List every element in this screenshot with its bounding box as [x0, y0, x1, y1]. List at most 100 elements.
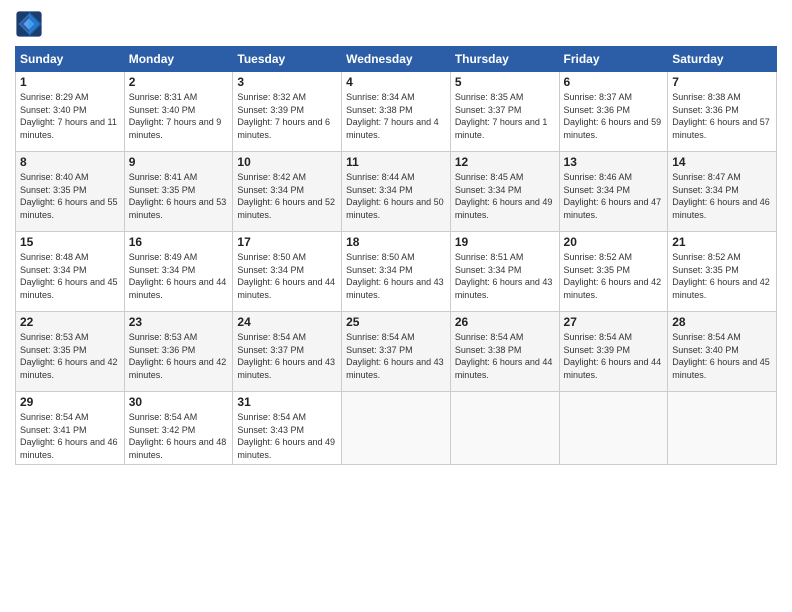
day-number: 9 [129, 155, 229, 169]
day-info: Sunrise: 8:47 AM Sunset: 3:34 PM Dayligh… [672, 171, 772, 221]
calendar-week-row: 1 Sunrise: 8:29 AM Sunset: 3:40 PM Daylig… [16, 72, 777, 152]
calendar-cell: 26 Sunrise: 8:54 AM Sunset: 3:38 PM Dayli… [450, 312, 559, 392]
day-number: 16 [129, 235, 229, 249]
day-number: 19 [455, 235, 555, 249]
calendar-cell: 10 Sunrise: 8:42 AM Sunset: 3:34 PM Dayli… [233, 152, 342, 232]
day-info: Sunrise: 8:45 AM Sunset: 3:34 PM Dayligh… [455, 171, 555, 221]
day-info: Sunrise: 8:42 AM Sunset: 3:34 PM Dayligh… [237, 171, 337, 221]
day-number: 31 [237, 395, 337, 409]
calendar-cell: 6 Sunrise: 8:37 AM Sunset: 3:36 PM Daylig… [559, 72, 668, 152]
day-info: Sunrise: 8:50 AM Sunset: 3:34 PM Dayligh… [346, 251, 446, 301]
calendar-cell: 11Sunrise: 8:44 AM Sunset: 3:34 PM Dayli… [342, 152, 451, 232]
day-number: 11 [346, 155, 446, 169]
day-info: Sunrise: 8:31 AM Sunset: 3:40 PM Dayligh… [129, 91, 229, 141]
calendar-dow-thursday: Thursday [450, 47, 559, 72]
day-number: 3 [237, 75, 337, 89]
day-info: Sunrise: 8:54 AM Sunset: 3:40 PM Dayligh… [672, 331, 772, 381]
day-info: Sunrise: 8:52 AM Sunset: 3:35 PM Dayligh… [672, 251, 772, 301]
calendar-week-row: 8 Sunrise: 8:40 AM Sunset: 3:35 PM Daylig… [16, 152, 777, 232]
calendar-dow-friday: Friday [559, 47, 668, 72]
day-info: Sunrise: 8:35 AM Sunset: 3:37 PM Dayligh… [455, 91, 555, 141]
day-number: 15 [20, 235, 120, 249]
calendar-table: SundayMondayTuesdayWednesdayThursdayFrid… [15, 46, 777, 465]
day-info: Sunrise: 8:32 AM Sunset: 3:39 PM Dayligh… [237, 91, 337, 141]
day-number: 22 [20, 315, 120, 329]
day-number: 2 [129, 75, 229, 89]
day-info: Sunrise: 8:54 AM Sunset: 3:42 PM Dayligh… [129, 411, 229, 461]
day-number: 27 [564, 315, 664, 329]
day-info: Sunrise: 8:53 AM Sunset: 3:36 PM Dayligh… [129, 331, 229, 381]
calendar-cell: 5 Sunrise: 8:35 AM Sunset: 3:37 PM Daylig… [450, 72, 559, 152]
day-info: Sunrise: 8:53 AM Sunset: 3:35 PM Dayligh… [20, 331, 120, 381]
calendar-cell: 15Sunrise: 8:48 AM Sunset: 3:34 PM Dayli… [16, 232, 125, 312]
calendar-cell [342, 392, 451, 465]
calendar-cell: 30 Sunrise: 8:54 AM Sunset: 3:42 PM Dayli… [124, 392, 233, 465]
day-info: Sunrise: 8:38 AM Sunset: 3:36 PM Dayligh… [672, 91, 772, 141]
calendar-cell: 20 Sunrise: 8:52 AM Sunset: 3:35 PM Dayli… [559, 232, 668, 312]
calendar-cell: 4 Sunrise: 8:34 AM Sunset: 3:38 PM Daylig… [342, 72, 451, 152]
day-number: 26 [455, 315, 555, 329]
calendar-cell: 17Sunrise: 8:50 AM Sunset: 3:34 PM Dayli… [233, 232, 342, 312]
day-info: Sunrise: 8:34 AM Sunset: 3:38 PM Dayligh… [346, 91, 446, 141]
calendar-cell: 19 Sunrise: 8:51 AM Sunset: 3:34 PM Dayli… [450, 232, 559, 312]
day-info: Sunrise: 8:52 AM Sunset: 3:35 PM Dayligh… [564, 251, 664, 301]
day-number: 23 [129, 315, 229, 329]
calendar-cell: 3 Sunrise: 8:32 AM Sunset: 3:39 PM Daylig… [233, 72, 342, 152]
calendar-header-row: SundayMondayTuesdayWednesdayThursdayFrid… [16, 47, 777, 72]
day-number: 12 [455, 155, 555, 169]
calendar-cell: 7 Sunrise: 8:38 AM Sunset: 3:36 PM Daylig… [668, 72, 777, 152]
day-info: Sunrise: 8:49 AM Sunset: 3:34 PM Dayligh… [129, 251, 229, 301]
calendar-cell: 9 Sunrise: 8:41 AM Sunset: 3:35 PM Daylig… [124, 152, 233, 232]
calendar-cell: 22 Sunrise: 8:53 AM Sunset: 3:35 PM Dayli… [16, 312, 125, 392]
page-header [15, 10, 777, 38]
calendar-week-row: 29 Sunrise: 8:54 AM Sunset: 3:41 PM Dayli… [16, 392, 777, 465]
day-info: Sunrise: 8:54 AM Sunset: 3:39 PM Dayligh… [564, 331, 664, 381]
day-info: Sunrise: 8:54 AM Sunset: 3:41 PM Dayligh… [20, 411, 120, 461]
calendar-cell: 29 Sunrise: 8:54 AM Sunset: 3:41 PM Dayli… [16, 392, 125, 465]
day-number: 8 [20, 155, 120, 169]
day-number: 7 [672, 75, 772, 89]
calendar-cell [668, 392, 777, 465]
day-info: Sunrise: 8:51 AM Sunset: 3:34 PM Dayligh… [455, 251, 555, 301]
day-number: 1 [20, 75, 120, 89]
day-info: Sunrise: 8:46 AM Sunset: 3:34 PM Dayligh… [564, 171, 664, 221]
calendar-cell: 14Sunrise: 8:47 AM Sunset: 3:34 PM Dayli… [668, 152, 777, 232]
day-number: 20 [564, 235, 664, 249]
day-number: 29 [20, 395, 120, 409]
day-number: 6 [564, 75, 664, 89]
logo-icon [15, 10, 43, 38]
calendar-cell: 8 Sunrise: 8:40 AM Sunset: 3:35 PM Daylig… [16, 152, 125, 232]
day-info: Sunrise: 8:41 AM Sunset: 3:35 PM Dayligh… [129, 171, 229, 221]
calendar-cell: 18 Sunrise: 8:50 AM Sunset: 3:34 PM Dayli… [342, 232, 451, 312]
day-info: Sunrise: 8:54 AM Sunset: 3:38 PM Dayligh… [455, 331, 555, 381]
calendar-cell: 12 Sunrise: 8:45 AM Sunset: 3:34 PM Dayli… [450, 152, 559, 232]
day-number: 28 [672, 315, 772, 329]
day-info: Sunrise: 8:40 AM Sunset: 3:35 PM Dayligh… [20, 171, 120, 221]
calendar-cell: 21 Sunrise: 8:52 AM Sunset: 3:35 PM Dayli… [668, 232, 777, 312]
calendar-cell: 23 Sunrise: 8:53 AM Sunset: 3:36 PM Dayli… [124, 312, 233, 392]
day-number: 18 [346, 235, 446, 249]
calendar-cell [559, 392, 668, 465]
day-number: 10 [237, 155, 337, 169]
day-number: 17 [237, 235, 337, 249]
calendar-dow-saturday: Saturday [668, 47, 777, 72]
day-number: 30 [129, 395, 229, 409]
calendar-cell [450, 392, 559, 465]
calendar-cell: 31Sunrise: 8:54 AM Sunset: 3:43 PM Dayli… [233, 392, 342, 465]
calendar-cell: 24Sunrise: 8:54 AM Sunset: 3:37 PM Dayli… [233, 312, 342, 392]
day-number: 21 [672, 235, 772, 249]
calendar-dow-tuesday: Tuesday [233, 47, 342, 72]
calendar-cell: 27 Sunrise: 8:54 AM Sunset: 3:39 PM Dayli… [559, 312, 668, 392]
calendar-dow-sunday: Sunday [16, 47, 125, 72]
calendar-dow-monday: Monday [124, 47, 233, 72]
day-number: 25 [346, 315, 446, 329]
page-container: SundayMondayTuesdayWednesdayThursdayFrid… [0, 0, 792, 612]
day-number: 4 [346, 75, 446, 89]
day-info: Sunrise: 8:54 AM Sunset: 3:37 PM Dayligh… [237, 331, 337, 381]
calendar-cell: 13Sunrise: 8:46 AM Sunset: 3:34 PM Dayli… [559, 152, 668, 232]
day-info: Sunrise: 8:29 AM Sunset: 3:40 PM Dayligh… [20, 91, 120, 141]
day-info: Sunrise: 8:54 AM Sunset: 3:37 PM Dayligh… [346, 331, 446, 381]
day-number: 5 [455, 75, 555, 89]
day-info: Sunrise: 8:37 AM Sunset: 3:36 PM Dayligh… [564, 91, 664, 141]
calendar-cell: 25 Sunrise: 8:54 AM Sunset: 3:37 PM Dayli… [342, 312, 451, 392]
